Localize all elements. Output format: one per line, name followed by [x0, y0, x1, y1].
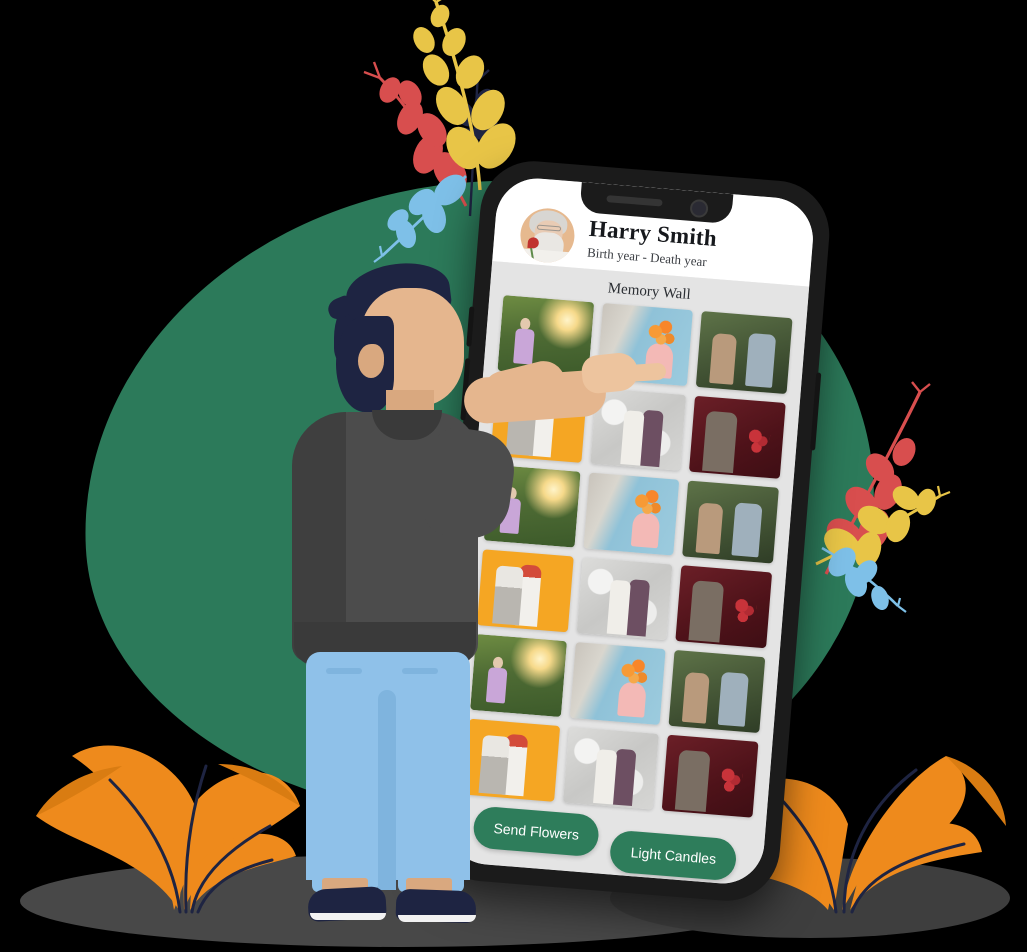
memory-photo[interactable]: [696, 311, 793, 395]
memory-photo[interactable]: [562, 726, 660, 810]
illustration-stage: Harry Smith Birth year - Death year Memo…: [0, 0, 1027, 952]
ear: [358, 344, 384, 378]
sleeve: [420, 424, 520, 544]
man-character: [250, 257, 667, 930]
jeans-pocket-right: [402, 668, 438, 674]
memory-photo[interactable]: [662, 734, 759, 818]
memory-photo[interactable]: [583, 472, 680, 556]
jeans-seam: [378, 690, 396, 890]
jeans-pocket-left: [326, 668, 362, 674]
memory-photo[interactable]: [675, 565, 773, 649]
avatar[interactable]: [518, 206, 577, 265]
memory-photo[interactable]: [682, 480, 779, 564]
shoe-sole-left: [310, 913, 386, 920]
earpiece-speaker-icon: [606, 195, 663, 207]
right-decorative-branches: [815, 381, 951, 613]
light-candles-button[interactable]: Light Candles: [609, 829, 738, 882]
pointing-finger: [621, 362, 667, 383]
memory-photo[interactable]: [668, 649, 766, 734]
memory-photo[interactable]: [569, 641, 666, 726]
front-camera-icon: [689, 198, 709, 219]
shoe-sole-right: [398, 915, 476, 922]
memory-photo[interactable]: [689, 395, 786, 479]
memory-photo[interactable]: [576, 557, 673, 641]
